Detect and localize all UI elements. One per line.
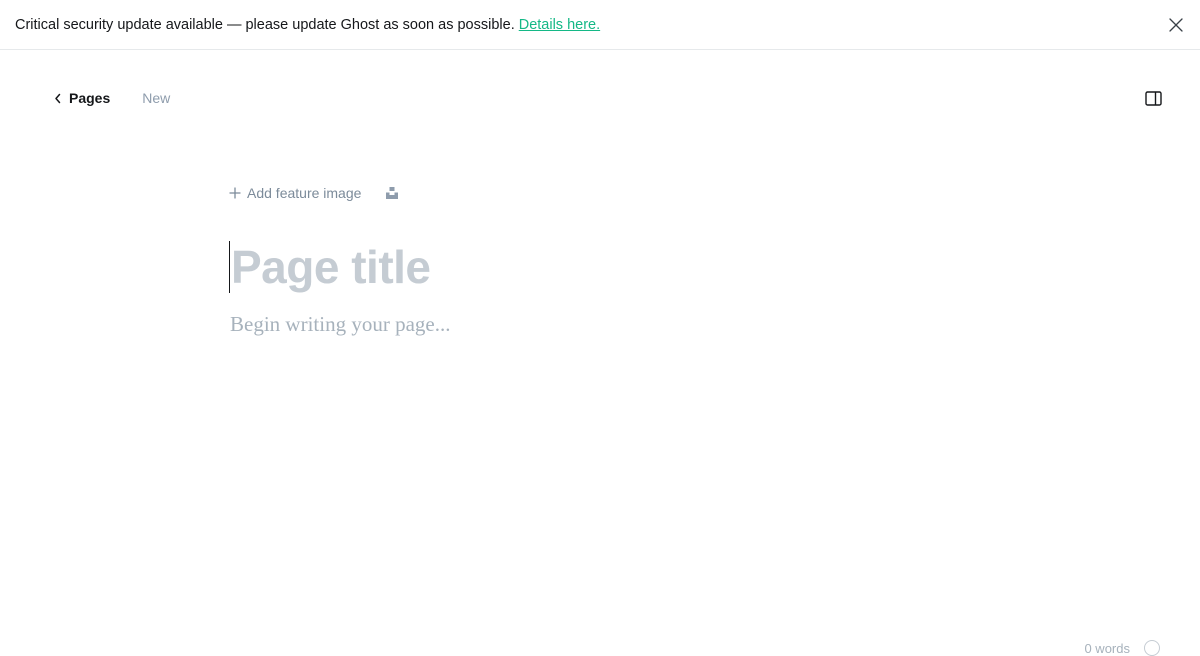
editor-breadcrumb: Pages New [54,86,170,110]
add-feature-image-button[interactable]: Add feature image [229,185,361,201]
editor-footer: 0 words [1084,640,1160,656]
page-body-editor[interactable]: Begin writing your page... [230,312,450,337]
sidebar-icon [1145,91,1162,106]
word-count: 0 words [1084,641,1130,656]
settings-menu-toggle[interactable] [1143,88,1163,108]
title-field[interactable]: Page title [229,241,431,293]
plus-icon [229,187,241,199]
unsplash-icon [385,186,399,200]
help-icon[interactable] [1144,640,1160,656]
close-icon [1169,18,1183,32]
back-label: Pages [69,90,110,106]
banner-message: Critical security update available — ple… [15,17,515,33]
security-update-banner: Critical security update available — ple… [0,0,1200,50]
back-to-pages-link[interactable]: Pages [54,90,110,106]
page-status: New [142,90,170,106]
add-feature-image-label: Add feature image [247,185,361,201]
banner-details-link[interactable]: Details here. [519,17,600,33]
text-caret [229,241,230,293]
banner-close-button[interactable] [1166,15,1186,35]
feature-image-controls: Add feature image [229,183,400,203]
page-title-input[interactable]: Page title [231,240,431,294]
chevron-left-icon [54,93,62,104]
unsplash-button[interactable] [384,185,400,201]
